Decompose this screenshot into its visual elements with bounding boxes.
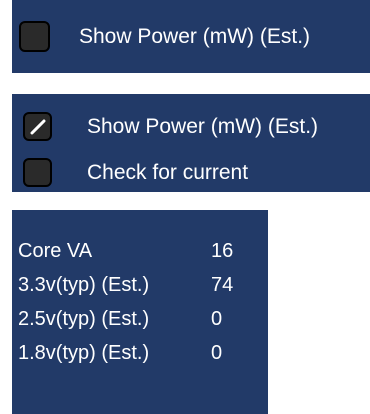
show-power-checkbox-checked[interactable] — [23, 112, 52, 141]
voltage-readout-panel: Core VA 16 3.3v(typ) (Est.) 74 2.5v(typ)… — [12, 210, 268, 414]
voltage-label: Core VA — [18, 239, 93, 262]
voltage-label: 1.8v(typ) (Est.) — [18, 341, 150, 364]
voltage-row-3v3: 3.3v(typ) (Est.) 74 — [18, 268, 233, 302]
voltage-row-1v8: 1.8v(typ) (Est.) 0 — [18, 336, 233, 370]
show-power-checkbox[interactable] — [19, 21, 50, 52]
check-current-checkbox-row[interactable]: Check for current — [23, 158, 248, 187]
check-current-checkbox[interactable] — [23, 158, 52, 187]
show-power-checkbox-row[interactable]: Show Power (mW) (Est.) — [19, 21, 310, 52]
voltage-value: 16 — [211, 239, 234, 262]
show-power-label: Show Power (mW) (Est.) — [79, 25, 311, 48]
voltage-row-core-va: Core VA 16 — [18, 234, 233, 268]
voltage-label: 2.5v(typ) (Est.) — [18, 307, 150, 330]
voltage-value: 74 — [211, 273, 234, 296]
check-current-label: Check for current — [87, 161, 249, 184]
voltage-list: Core VA 16 3.3v(typ) (Est.) 74 2.5v(typ)… — [18, 234, 233, 370]
voltage-label: 3.3v(typ) (Est.) — [18, 273, 150, 296]
voltage-row-2v5: 2.5v(typ) (Est.) 0 — [18, 302, 233, 336]
voltage-value: 0 — [211, 307, 223, 330]
voltage-value: 0 — [211, 341, 223, 364]
show-power-checked-checkbox-row[interactable]: Show Power (mW) (Est.) — [23, 112, 318, 141]
show-power-label: Show Power (mW) (Est.) — [87, 115, 319, 138]
check-slash-icon — [30, 119, 45, 134]
